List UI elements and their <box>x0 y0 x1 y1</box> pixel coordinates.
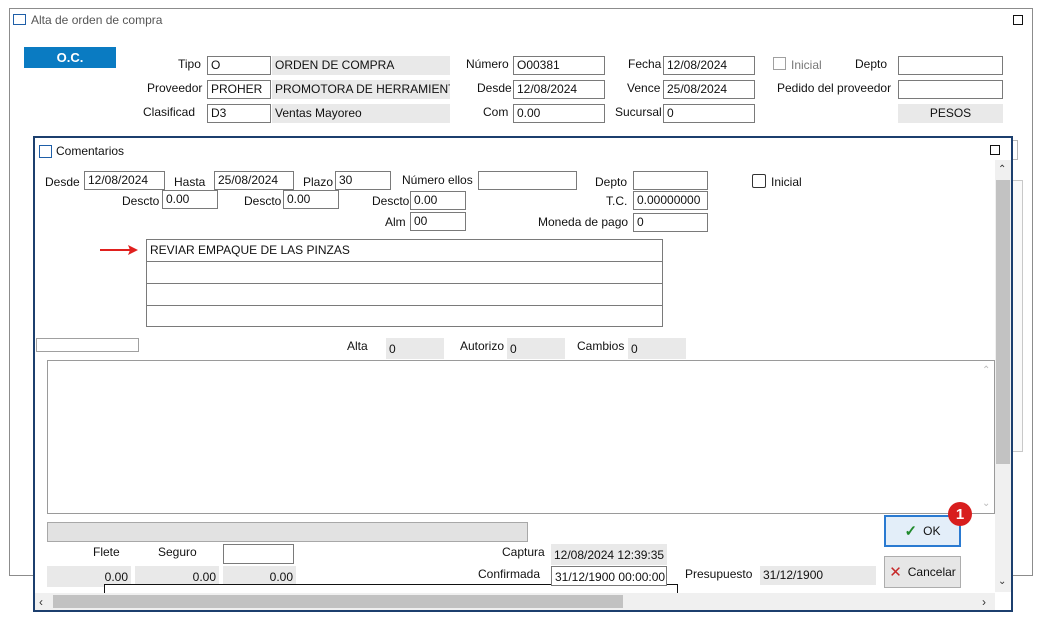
window-title: Alta de orden de compra <box>31 13 163 27</box>
inicial-label: Inicial <box>791 58 822 72</box>
status-field <box>36 338 139 352</box>
d-desde-field[interactable]: 12/08/2024 <box>84 171 165 190</box>
desde-field[interactable]: 12/08/2024 <box>513 80 605 99</box>
dialog-hscroll-thumb[interactable] <box>53 595 623 608</box>
d-numero-ellos-field[interactable] <box>478 171 577 190</box>
detail-scroll-down-icon[interactable]: ⌄ <box>982 498 990 509</box>
dialog-scroll-left-icon[interactable]: ‹ <box>39 595 43 609</box>
tipo-code-field[interactable]: O <box>207 56 271 75</box>
detail-list[interactable] <box>47 360 995 514</box>
dialog-window-icon <box>39 145 52 158</box>
flete-label: Flete <box>93 545 120 559</box>
d-desde-label: Desde <box>45 175 80 189</box>
proveedor-code-field[interactable]: PROHER <box>207 80 271 99</box>
sucursal-field[interactable]: 0 <box>663 104 755 123</box>
checkmark-icon: ✓ <box>904 523 918 540</box>
ok-button-label: OK <box>923 524 941 538</box>
autorizo-field: 0 <box>507 338 565 359</box>
d-plazo-field[interactable]: 30 <box>335 171 391 190</box>
clasificad-desc-field: Ventas Mayoreo <box>272 104 450 123</box>
seguro-extra-field[interactable] <box>223 544 294 564</box>
fecha-label: Fecha <box>628 57 662 71</box>
d-descto2-label: Descto <box>244 194 282 208</box>
seguro-label: Seguro <box>158 545 197 559</box>
d-tc-label: T.C. <box>606 194 628 208</box>
clasificad-label: Clasificad <box>143 105 196 119</box>
d-depto-field[interactable] <box>633 171 708 190</box>
d-descto3-field[interactable]: 0.00 <box>410 191 466 210</box>
d-depto-label: Depto <box>595 175 628 189</box>
comment-line-4[interactable] <box>146 305 663 327</box>
confirmada-field[interactable]: 31/12/1900 00:00:00 <box>551 566 667 586</box>
window-icon <box>13 14 26 25</box>
detail-list-vscroll[interactable] <box>978 361 994 513</box>
dialog-maximize-button[interactable] <box>990 145 1000 155</box>
presupuesto-field: 31/12/1900 <box>760 566 876 585</box>
confirmada-label: Confirmada <box>478 567 541 581</box>
comment-line-3[interactable] <box>146 283 663 306</box>
d-moneda-pago-field[interactable]: 0 <box>633 213 708 232</box>
comment-line-2[interactable] <box>146 261 663 284</box>
tipo-label: Tipo <box>178 57 201 71</box>
pedido-proveedor-field[interactable] <box>898 80 1003 99</box>
desde-label: Desde <box>477 81 512 95</box>
dialog-vscroll-thumb[interactable] <box>996 180 1010 464</box>
progress-bar <box>47 522 528 542</box>
clasificad-code-field[interactable]: D3 <box>207 104 271 123</box>
vence-field[interactable]: 25/08/2024 <box>663 80 755 99</box>
sucursal-label: Sucursal <box>615 105 662 119</box>
alta-label: Alta <box>347 339 368 353</box>
cancel-x-icon: ✕ <box>889 564 902 581</box>
step-badge-number: 1 <box>955 505 965 523</box>
numero-label: Número <box>466 57 509 71</box>
cancel-button[interactable]: ✕ Cancelar <box>884 556 961 588</box>
comment-line-1[interactable]: REVIAR EMPAQUE DE LAS PINZAS <box>146 239 663 262</box>
presupuesto-label: Presupuesto <box>685 567 753 581</box>
captura-label: Captura <box>502 545 545 559</box>
d-plazo-label: Plazo <box>303 175 334 189</box>
d-descto3-label: Descto <box>372 194 410 208</box>
depto-label: Depto <box>855 57 888 71</box>
captura-field: 12/08/2024 12:39:35 <box>551 544 667 565</box>
d-alm-label: Alm <box>385 215 406 229</box>
dialog-scroll-up-icon[interactable]: ⌃ <box>998 164 1006 175</box>
d-descto2-field[interactable]: 0.00 <box>283 190 339 209</box>
moneda-field: PESOS <box>898 104 1003 123</box>
tipo-desc-field: ORDEN DE COMPRA <box>272 56 450 75</box>
proveedor-desc-field: PROMOTORA DE HERRAMIENTAS <box>272 80 450 99</box>
d-inicial-checkbox[interactable] <box>752 174 766 188</box>
inicial-checkbox[interactable] <box>773 57 786 70</box>
detail-scroll-up-icon[interactable]: ⌃ <box>982 365 990 376</box>
d-hasta-field[interactable]: 25/08/2024 <box>214 171 294 190</box>
alta-field: 0 <box>386 338 444 359</box>
proveedor-label: Proveedor <box>147 81 203 95</box>
dialog-title: Comentarios <box>56 144 125 158</box>
cancel-button-label: Cancelar <box>907 565 956 579</box>
com-field[interactable]: 0.00 <box>513 104 605 123</box>
dialog-scroll-down-icon[interactable]: ⌄ <box>998 576 1006 587</box>
d-numero-ellos-label: Número ellos <box>402 173 473 187</box>
fecha-field[interactable]: 12/08/2024 <box>663 56 755 75</box>
d-hasta-label: Hasta <box>174 175 206 189</box>
vence-label: Vence <box>627 81 661 95</box>
d-descto1-field[interactable]: 0.00 <box>162 190 218 209</box>
pedido-proveedor-label: Pedido del proveedor <box>777 81 892 95</box>
d-moneda-pago-label: Moneda de pago <box>538 215 629 229</box>
cambios-field: 0 <box>628 338 686 359</box>
dialog-scroll-right-icon[interactable]: › <box>982 595 986 609</box>
oc-button[interactable]: O.C. <box>24 47 116 68</box>
com-label: Com <box>483 105 509 119</box>
numero-field[interactable]: O00381 <box>513 56 605 75</box>
oc-button-label: O.C. <box>56 50 84 65</box>
d-inicial-label: Inicial <box>771 175 802 189</box>
maximize-button[interactable] <box>1013 15 1023 25</box>
d-tc-field[interactable]: 0.00000000 <box>633 191 708 210</box>
step-badge: 1 <box>948 502 972 526</box>
autorizo-label: Autorizo <box>460 339 505 353</box>
depto-field[interactable] <box>898 56 1003 75</box>
d-descto1-label: Descto <box>122 194 160 208</box>
annotation-arrow-icon <box>100 245 138 255</box>
cambios-label: Cambios <box>577 339 625 353</box>
d-alm-field[interactable]: 00 <box>410 212 466 231</box>
